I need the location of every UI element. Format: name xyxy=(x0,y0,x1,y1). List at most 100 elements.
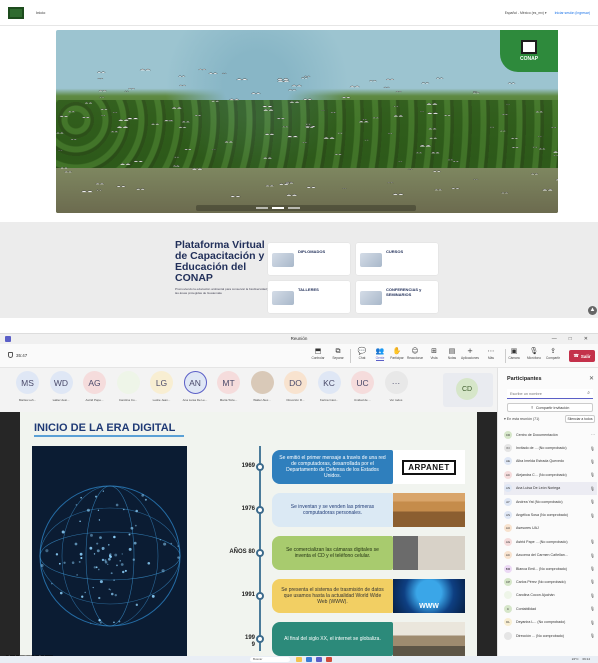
share-invite-button[interactable]: ⇪ Compartir invitación xyxy=(507,403,593,412)
toolbar-button-más[interactable]: ⋯ Más xyxy=(480,347,502,365)
participant-tile[interactable]: LG Leslie Jean... xyxy=(147,371,176,407)
timeline-card: Se comercializan las cámaras digitales s… xyxy=(272,536,393,570)
timeline-image: ARPANET xyxy=(393,450,465,484)
network-node xyxy=(113,621,115,624)
timeline-year: 1976 xyxy=(241,506,255,512)
bird xyxy=(507,82,516,84)
browser-icon[interactable] xyxy=(306,657,312,662)
participant-tile[interactable]: UC Unidad de ... xyxy=(348,371,377,407)
participant-row[interactable]: AC Azucena del Carmen Cañellan... 🎙 xyxy=(504,549,597,562)
scroll-up-icon[interactable]: ▲ xyxy=(588,306,597,315)
bird xyxy=(383,86,390,88)
system-tray: 22°C 09:14 xyxy=(572,657,590,661)
toolbar-icon: + xyxy=(467,347,473,355)
bird xyxy=(285,194,298,197)
banner-pager[interactable] xyxy=(256,207,300,209)
mic-muted-icon: 🎙 xyxy=(589,579,595,585)
participant-name: Ver todos xyxy=(389,398,403,402)
participant-row[interactable]: C Contabilidad 🎙 xyxy=(504,602,597,615)
participant-tile[interactable]: DO Dirección R... xyxy=(281,371,310,407)
participant-tile[interactable]: AG Astrid Pape... xyxy=(80,371,109,407)
participant-row[interactable]: AY Andrea Yat (No comprobado) 🎙 xyxy=(504,495,597,508)
bird xyxy=(70,138,77,141)
taskbar-search[interactable]: Buscar xyxy=(250,657,290,662)
participant-row[interactable]: BM Blanca Emil... (No comprobado) 🎙 xyxy=(504,562,597,575)
close-icon[interactable]: ✕ xyxy=(589,375,594,382)
participant-tile[interactable]: ··· Ver todos xyxy=(382,371,411,407)
bird xyxy=(555,178,558,181)
participant-name: Ana Luisa De Le... xyxy=(182,398,208,402)
bird xyxy=(393,105,399,107)
app-icon[interactable] xyxy=(326,657,332,662)
network-node xyxy=(132,558,135,561)
timeline-year: 1969 xyxy=(241,463,255,469)
conap-logo[interactable] xyxy=(8,6,24,19)
card-cursos[interactable]: CURSOS xyxy=(356,243,438,275)
toolbar-button-aplicaciones[interactable]: + Aplicaciones xyxy=(459,347,481,365)
bird xyxy=(300,77,309,79)
participant-tile[interactable]: Walter Alex... xyxy=(248,371,277,407)
participant-tile[interactable]: MS Marisa Leh... xyxy=(13,371,42,407)
bird xyxy=(171,106,183,109)
timeline-year: 1991 xyxy=(241,592,255,598)
toolbar-button-cámara[interactable]: ▣ Cámara xyxy=(503,347,525,365)
file-explorer-icon[interactable] xyxy=(296,657,302,662)
avatar xyxy=(116,371,140,394)
banner-dot[interactable] xyxy=(272,207,284,209)
self-video-tile[interactable]: CD xyxy=(443,373,493,407)
participant-row[interactable]: AE Alba Imelda Estrada Quevedo 🎙 xyxy=(504,455,597,468)
bird xyxy=(392,193,404,196)
network-node xyxy=(79,552,83,556)
bird xyxy=(99,96,105,98)
network-node xyxy=(90,622,92,624)
participant-row[interactable]: AS Angélica Sosa (No comprobado) 🎙 xyxy=(504,508,597,521)
bird xyxy=(124,90,129,92)
card-diplomados[interactable]: DIPLOMADOS xyxy=(268,243,350,275)
timeline-card: Se emitió el primer mensaje a través de … xyxy=(272,450,393,484)
network-node xyxy=(108,557,111,561)
participant-row[interactable]: AU Asesores UAJ xyxy=(504,522,597,535)
login-link[interactable]: Iniciar sesión (Ingresar) xyxy=(555,11,590,15)
participant-row[interactable]: Carolina Cocon Ajuchán 🎙 xyxy=(504,589,597,602)
participant-row[interactable]: DL Deyanira L... (No comprobado) 🎙 xyxy=(504,615,597,628)
participant-search-input[interactable]: Escribe un nombre ⌕ xyxy=(507,389,593,399)
participant-row[interactable]: AN Ana Luisa De León Noriega 🎙 xyxy=(504,481,597,495)
toolbar-button-compartir[interactable]: ⇪ Compartir xyxy=(542,347,564,365)
toolbar-label: Micrófono xyxy=(527,356,541,360)
card-conferencias[interactable]: CONFERENCIAS y SEMINARIOS xyxy=(356,281,438,313)
participant-tile[interactable]: KC Karina Cast... xyxy=(315,371,344,407)
participant-name: Astrid Pape ... (No comprobado) xyxy=(516,539,568,544)
network-node xyxy=(98,619,101,622)
participant-row[interactable]: AG Astrid Pape ... (No comprobado) 🎙 xyxy=(504,535,597,548)
card-talleres[interactable]: TALLERES xyxy=(268,281,350,313)
network-node xyxy=(109,589,112,591)
participant-row[interactable]: CP Carlos Pérez (No comprobado) 🎙 xyxy=(504,575,597,588)
leave-button[interactable]: ☎ Salir xyxy=(569,350,595,362)
network-node xyxy=(101,558,105,562)
banner-dot[interactable] xyxy=(256,207,268,209)
toolbar-button-separar[interactable]: ⧉ Separar xyxy=(327,347,349,365)
participant-row[interactable]: AC Alejandra C... (No comprobado) 🎙 xyxy=(504,468,597,481)
banner-dot[interactable] xyxy=(288,207,300,209)
participant-tile[interactable]: WD walter desi... xyxy=(47,371,76,407)
bird xyxy=(81,116,90,119)
teams-icon[interactable] xyxy=(316,657,322,662)
language-selector[interactable]: Español - México (es_mx) ▾ xyxy=(505,11,547,15)
participant-row[interactable]: Dirección ... (No comprobado) 🎙 xyxy=(504,629,597,642)
weather-label: 22°C xyxy=(571,657,579,661)
bird xyxy=(287,181,293,183)
bird xyxy=(286,135,299,138)
card-illustration xyxy=(272,253,294,267)
participant-row[interactable]: IN Invitado de ... (No comprobado) 🎙 xyxy=(504,441,597,454)
mute-all-button[interactable]: Silenciar a todos xyxy=(565,415,595,423)
network-node xyxy=(141,493,145,497)
home-link[interactable]: Inicio xyxy=(36,10,45,15)
participant-tile[interactable]: MT Marta Torte... xyxy=(214,371,243,407)
participant-row[interactable]: CD Centro de Documentación ··· xyxy=(504,428,597,441)
participant-tile[interactable]: AN Ana Luisa De Le... xyxy=(181,371,210,407)
in-meeting-header[interactable]: ▾ En esta reunión (71) xyxy=(504,417,539,421)
bird xyxy=(229,195,241,198)
participant-tile[interactable]: Carolina Co... xyxy=(114,371,143,407)
toolbar-button-controlar[interactable]: ⬒ Controlar xyxy=(307,347,329,365)
bird xyxy=(150,123,160,125)
